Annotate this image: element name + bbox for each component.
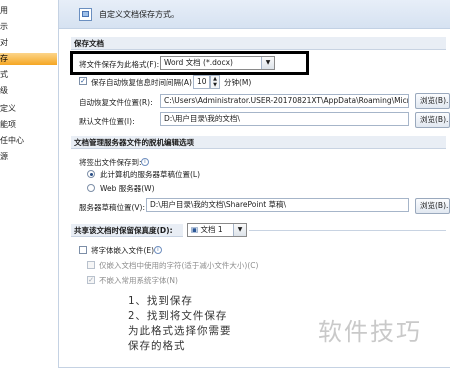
chevron-down-icon[interactable]: ▼ bbox=[233, 224, 246, 236]
embed-used-chars-checkbox[interactable] bbox=[87, 261, 95, 269]
option-web-label: Web 服务器(W) bbox=[100, 184, 155, 193]
drafts-path-input[interactable]: D:\用户目录\我的文档\SharePoint 草稿\ bbox=[146, 198, 409, 212]
embed-fonts-label: 将字体嵌入文件(E) bbox=[91, 246, 155, 255]
autorecover-label: 保存自动恢复信息时间间隔(A) bbox=[91, 78, 192, 87]
default-path-browse-button[interactable]: 浏览(B)... bbox=[415, 112, 450, 128]
annotation-line-2: 2、找到将文件保存 bbox=[128, 310, 228, 322]
save-section-header: 保存文档 bbox=[71, 37, 446, 50]
fidelity-section-header: 共享该文档时保留保真度(D): bbox=[71, 224, 183, 237]
autorecover-minutes-input[interactable]: 10 bbox=[193, 75, 210, 89]
option-local-label: 此计算机的服务器草稿位置(L) bbox=[100, 170, 201, 179]
default-path-input[interactable]: D:\用户目录\我的文档\ bbox=[160, 112, 409, 126]
default-path-label: 默认文件位置(I): bbox=[79, 117, 135, 126]
radio-local-drafts[interactable] bbox=[87, 170, 95, 178]
save-to-label: 将签出文件保存到: bbox=[79, 158, 142, 167]
embed-fonts-checkbox[interactable] bbox=[79, 246, 87, 254]
annotation-line-1: 1、找到保存 bbox=[128, 295, 193, 307]
sidebar-item-resources[interactable]: 源 bbox=[0, 151, 57, 163]
sidebar-item-advanced[interactable]: 级 bbox=[0, 85, 57, 97]
fidelity-doc-dropdown[interactable]: ▣ 文档 1 ▼ bbox=[187, 223, 247, 237]
annotation-line-3: 为此格式选择你需要 bbox=[128, 325, 232, 337]
radio-web-server[interactable] bbox=[87, 184, 95, 192]
no-common-fonts-checkbox[interactable]: ✓ bbox=[87, 276, 95, 284]
page-title: 自定义文档保存方式。 bbox=[99, 10, 179, 19]
section-divider bbox=[249, 230, 446, 231]
info-icon: i bbox=[141, 158, 149, 166]
watermark: 软件技巧 bbox=[318, 318, 422, 346]
sidebar-item-addins[interactable]: 能项 bbox=[0, 119, 57, 131]
options-sidebar: 用 示 对 存 式 级 定义 能项 任中心 源 bbox=[0, 0, 59, 368]
sidebar-item-format[interactable]: 式 bbox=[0, 69, 57, 81]
drafts-browse-button[interactable]: 浏览(B)... bbox=[415, 198, 450, 214]
sidebar-item-trust-center[interactable]: 任中心 bbox=[0, 135, 57, 147]
embed-used-chars-label: 仅嵌入文档中使用的字符(适于减小文件大小)(C) bbox=[99, 261, 259, 270]
sidebar-item-display[interactable]: 示 bbox=[0, 21, 57, 33]
offline-section-header: 文档管理服务器文件的脱机编辑选项 bbox=[71, 136, 446, 149]
info-icon: i bbox=[154, 246, 162, 254]
autorecover-path-label: 自动恢复文件位置(R): bbox=[79, 98, 153, 107]
sidebar-item-general[interactable]: 用 bbox=[0, 5, 57, 17]
drafts-path-label: 服务器草稿位置(V): bbox=[79, 203, 146, 212]
annotation-line-4: 保存的格式 bbox=[128, 340, 186, 352]
minutes-spinner[interactable]: ▲ ▼ bbox=[210, 75, 220, 89]
page-banner: 自定义文档保存方式。 bbox=[59, 0, 450, 29]
sidebar-item-proofing[interactable]: 对 bbox=[0, 37, 57, 49]
sidebar-item-customize[interactable]: 定义 bbox=[0, 103, 57, 115]
sidebar-item-save[interactable]: 存 bbox=[0, 53, 57, 65]
autorecover-browse-button[interactable]: 浏览(B)... bbox=[415, 93, 450, 109]
minutes-label: 分钟(M) bbox=[224, 78, 252, 87]
save-options-icon bbox=[79, 8, 92, 21]
fidelity-doc-value: 文档 1 bbox=[200, 225, 223, 234]
autorecover-path-input[interactable]: C:\Users\Administrator.USER-20170821XT\A… bbox=[160, 94, 409, 108]
annotation-highlight-box bbox=[70, 51, 309, 75]
spin-down-icon[interactable]: ▼ bbox=[211, 82, 219, 88]
no-common-fonts-label: 不嵌入常用系统字体(N) bbox=[99, 276, 178, 285]
autorecover-checkbox[interactable]: ✓ bbox=[79, 77, 87, 85]
